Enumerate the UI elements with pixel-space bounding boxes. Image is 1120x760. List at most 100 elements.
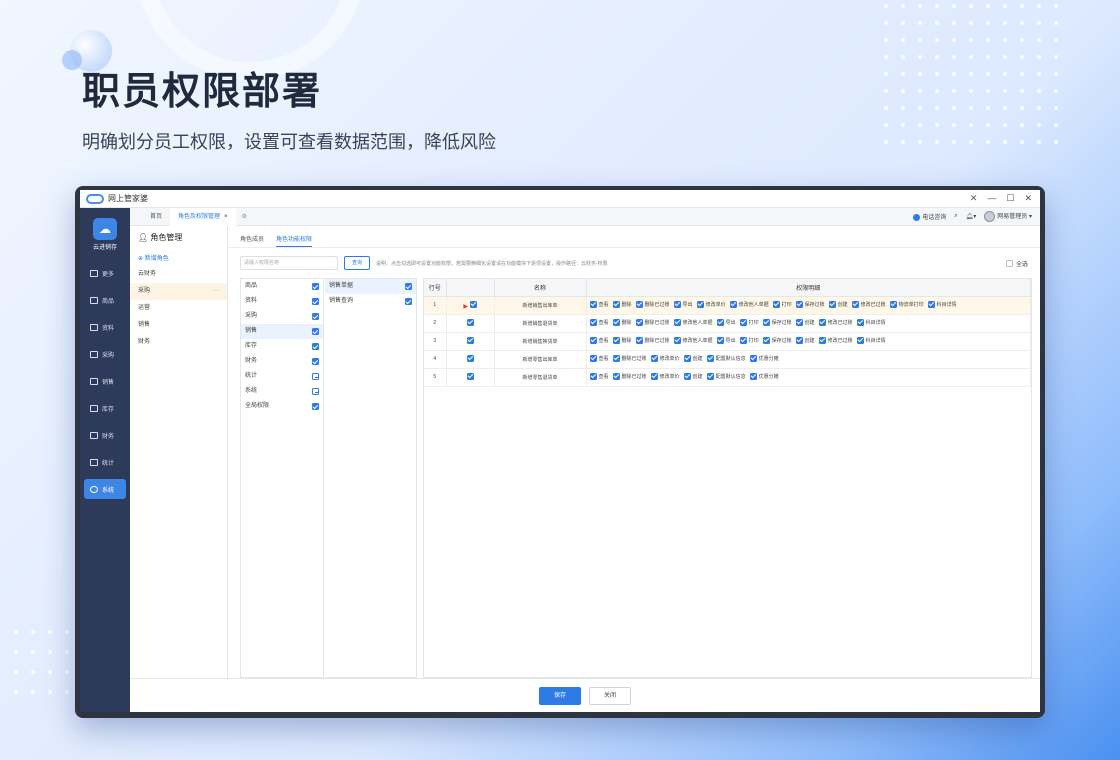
table-row[interactable]: 3 新增销售换货单 查看 删除 删除已过账 修改他人单据 导出 打印 保存过账 创建 修改已过账 科目… bbox=[424, 332, 1031, 351]
checkbox[interactable] bbox=[795, 336, 803, 344]
module-item[interactable]: 财务 bbox=[241, 354, 323, 369]
checkbox[interactable] bbox=[312, 283, 319, 290]
checkbox[interactable] bbox=[716, 336, 724, 344]
permission-option[interactable]: 删除 bbox=[612, 336, 632, 344]
permission-option[interactable]: 保存过账 bbox=[795, 300, 825, 308]
checkbox[interactable] bbox=[312, 328, 319, 335]
checkbox[interactable] bbox=[762, 318, 770, 326]
checkbox[interactable] bbox=[466, 336, 474, 344]
table-row[interactable]: 2 新增销售退货单 查看 删除 删除已过账 修改他人单据 导出 打印 保存过账 创建 修改已过账 科目… bbox=[424, 314, 1031, 333]
checkbox[interactable] bbox=[749, 372, 757, 380]
role-item[interactable]: 财务 bbox=[130, 334, 227, 351]
subtab-0[interactable]: 角色成员 bbox=[240, 234, 264, 247]
checkbox[interactable] bbox=[466, 354, 474, 362]
permission-option[interactable]: 导出 bbox=[716, 336, 736, 344]
permission-option[interactable]: 查看 bbox=[589, 336, 609, 344]
checkbox[interactable] bbox=[466, 372, 474, 380]
permission-option[interactable]: 科目详情 bbox=[856, 336, 886, 344]
close-button[interactable]: 关闭 bbox=[589, 686, 631, 705]
sidebar-item-0[interactable]: 更多 bbox=[84, 263, 126, 283]
permission-option[interactable]: 删除已过账 bbox=[612, 372, 647, 380]
permission-option[interactable]: 修改他人单据 bbox=[673, 336, 713, 344]
permission-option[interactable]: 打印 bbox=[772, 300, 792, 308]
checkbox[interactable] bbox=[312, 298, 319, 305]
checkbox[interactable] bbox=[762, 336, 770, 344]
permission-option[interactable]: 创建 bbox=[795, 336, 815, 344]
checkbox[interactable] bbox=[589, 372, 597, 380]
checkbox[interactable] bbox=[696, 300, 704, 308]
settings-icon[interactable]: ⚙ bbox=[242, 213, 247, 220]
permission-option[interactable]: 删除已过账 bbox=[635, 318, 670, 326]
permission-option[interactable]: 创建 bbox=[683, 354, 703, 362]
module-item[interactable]: 系统 bbox=[241, 384, 323, 399]
checkbox[interactable] bbox=[612, 300, 620, 308]
module-item[interactable]: 全局权限 bbox=[241, 399, 323, 414]
checkbox[interactable] bbox=[716, 318, 724, 326]
permission-option[interactable]: 查看 bbox=[589, 300, 609, 308]
checkbox[interactable] bbox=[612, 318, 620, 326]
checkbox[interactable] bbox=[635, 300, 643, 308]
permission-option[interactable]: 删除已过账 bbox=[635, 300, 670, 308]
table-row[interactable]: 1 ▶ 新增销售出库单 查看 删除 删除已过账 导出 修改单价 修改他人单据 打印 保存过账 创建 修… bbox=[424, 296, 1031, 315]
checkbox[interactable] bbox=[673, 336, 681, 344]
maximize-icon[interactable]: ☐ bbox=[1006, 193, 1014, 204]
checkbox[interactable] bbox=[405, 283, 412, 290]
permission-option[interactable]: 修改已过账 bbox=[851, 300, 886, 308]
phone-consult-link[interactable]: 电话咨询 bbox=[913, 212, 946, 221]
checkbox[interactable] bbox=[673, 300, 681, 308]
checkbox[interactable] bbox=[828, 300, 836, 308]
checkbox[interactable] bbox=[739, 336, 747, 344]
table-row[interactable]: 4 新增零售出库单 查看 删除已过账 修改单价 创建 配置默认信息 优惠分摊 bbox=[424, 350, 1031, 369]
sidebar-item-2[interactable]: 资料 bbox=[84, 317, 126, 337]
permission-option[interactable]: 删除已过账 bbox=[612, 354, 647, 362]
permission-option[interactable]: 创建 bbox=[795, 318, 815, 326]
sidebar-item-4[interactable]: 销售 bbox=[84, 371, 126, 391]
checkbox[interactable] bbox=[683, 372, 691, 380]
module-item[interactable]: 销售 bbox=[241, 324, 323, 339]
permission-option[interactable]: 科目详情 bbox=[927, 300, 957, 308]
module-item[interactable]: 统计 bbox=[241, 369, 323, 384]
permission-option[interactable]: 查看 bbox=[589, 372, 609, 380]
query-button[interactable]: 查询 bbox=[344, 256, 371, 270]
checkbox[interactable] bbox=[856, 318, 864, 326]
checkbox[interactable] bbox=[589, 336, 597, 344]
checkbox[interactable] bbox=[818, 318, 826, 326]
add-role-button[interactable]: ⊕ 新增角色 bbox=[130, 249, 227, 266]
permission-option[interactable]: 打印 bbox=[739, 318, 759, 326]
tab-1[interactable]: 角色及权限管理 × bbox=[170, 207, 236, 226]
checkbox[interactable] bbox=[851, 300, 859, 308]
permission-option[interactable]: 查看 bbox=[589, 354, 609, 362]
permission-option[interactable]: 配置默认信息 bbox=[706, 372, 746, 380]
permission-option[interactable]: 导出 bbox=[716, 318, 736, 326]
checkbox[interactable] bbox=[635, 318, 643, 326]
permission-option[interactable]: 修改已过账 bbox=[818, 336, 853, 344]
checkbox[interactable] bbox=[749, 354, 757, 362]
permission-option[interactable]: 删除 bbox=[612, 318, 632, 326]
sidebar-item-7[interactable]: 统计 bbox=[84, 452, 126, 472]
checkbox[interactable] bbox=[612, 372, 620, 380]
checkbox[interactable] bbox=[673, 318, 681, 326]
submodule-item[interactable]: 销售单据 bbox=[325, 279, 416, 294]
permission-option[interactable]: 修改单价 bbox=[650, 354, 680, 362]
checkbox[interactable] bbox=[772, 300, 780, 308]
checkbox[interactable] bbox=[312, 313, 319, 320]
checkbox[interactable] bbox=[927, 300, 935, 308]
checkbox[interactable] bbox=[612, 336, 620, 344]
permission-option[interactable]: 修改单价 bbox=[696, 300, 726, 308]
role-item[interactable]: 采购 ··· bbox=[130, 283, 227, 300]
permission-option[interactable]: 创建 bbox=[828, 300, 848, 308]
checkbox[interactable] bbox=[1005, 259, 1013, 267]
permission-option[interactable]: 创建 bbox=[683, 372, 703, 380]
select-all-checkbox[interactable]: 全选 bbox=[1005, 259, 1028, 268]
module-item[interactable]: 资料 bbox=[241, 294, 323, 309]
checkbox[interactable] bbox=[795, 300, 803, 308]
permission-option[interactable]: 导出 bbox=[673, 300, 693, 308]
sidebar-item-5[interactable]: 库存 bbox=[84, 398, 126, 418]
submodule-item[interactable]: 销售查询 bbox=[325, 294, 416, 309]
permission-option[interactable]: 删除已过账 bbox=[635, 336, 670, 344]
permission-option[interactable]: 修改他人单据 bbox=[729, 300, 769, 308]
minimize-icon[interactable]: — bbox=[987, 193, 996, 204]
close-x-icon[interactable]: ✕ bbox=[970, 193, 978, 204]
checkbox[interactable] bbox=[650, 354, 658, 362]
checkbox[interactable] bbox=[650, 372, 658, 380]
